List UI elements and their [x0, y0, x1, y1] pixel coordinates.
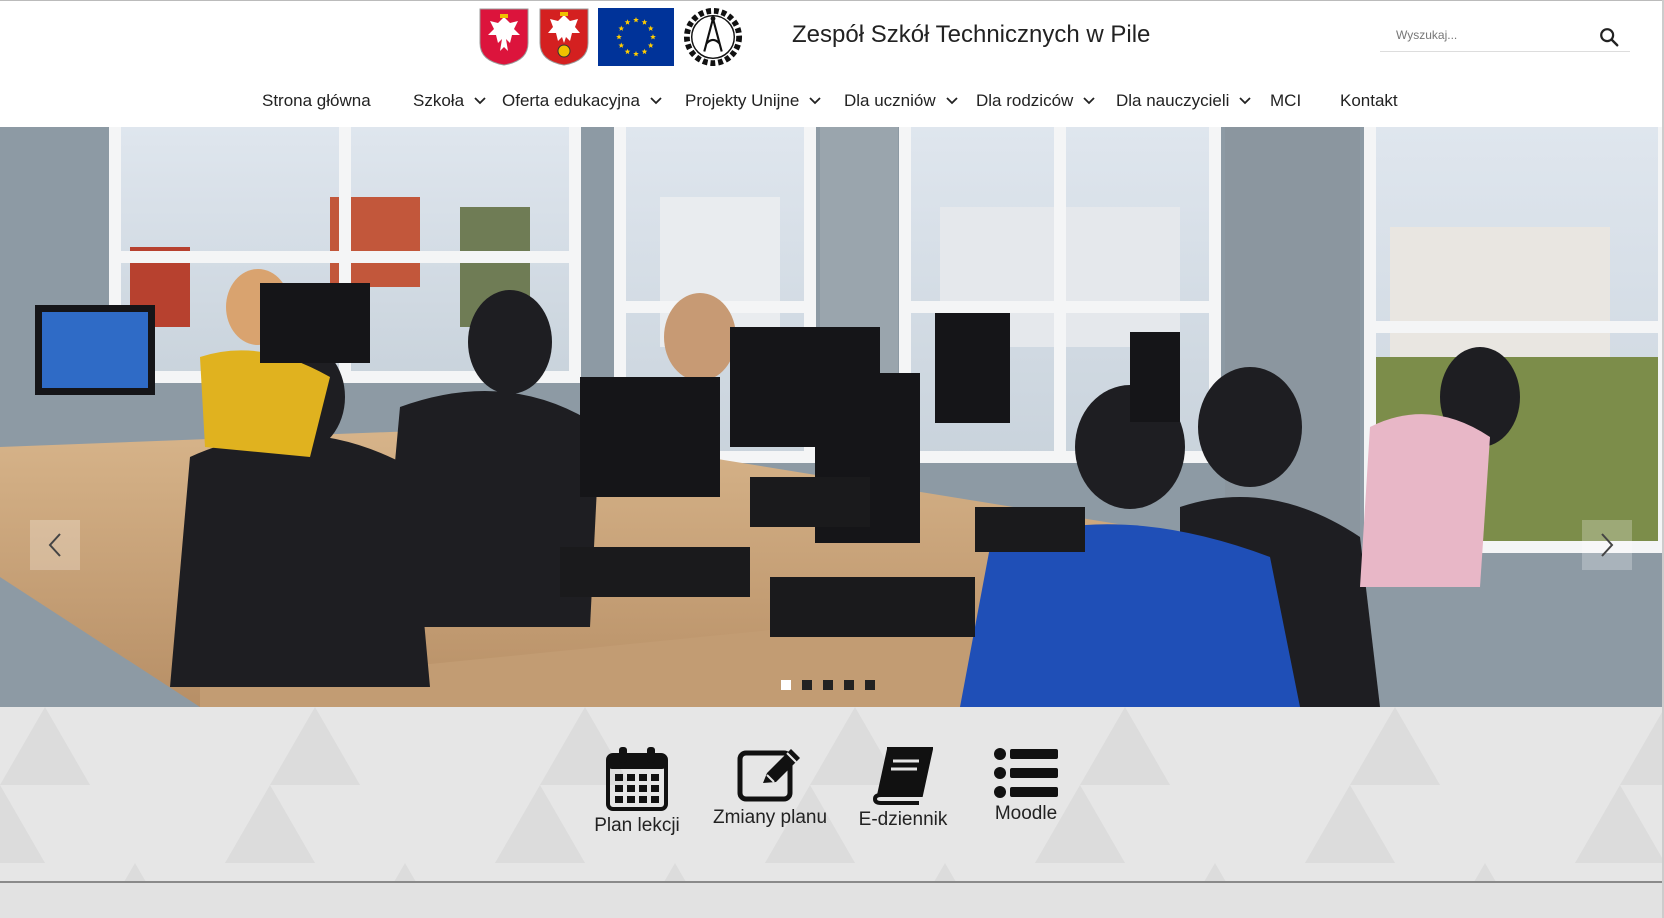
nav-item-label: Dla nauczycieli — [1116, 91, 1230, 110]
background-triangle — [1474, 863, 1496, 882]
search-box — [1380, 23, 1630, 52]
quick-link-label: E-dziennik — [858, 809, 948, 830]
chevron-right-icon — [1601, 533, 1614, 557]
site-title[interactable]: Zespół Szkół Technicznych w Pile — [792, 21, 1150, 49]
nav-item-label: Strona główna — [262, 91, 371, 110]
chevron-left-icon — [48, 533, 61, 557]
main-nav: Strona główna Szkoła Oferta edukacyjna P… — [0, 79, 1664, 123]
search-icon[interactable] — [1598, 26, 1620, 48]
quick-link-label: Plan lekcji — [594, 815, 680, 836]
nav-item-mci[interactable]: MCI — [1270, 79, 1301, 123]
background-triangle — [124, 863, 146, 882]
chevron-down-icon — [809, 97, 821, 105]
nav-item-for-teachers[interactable]: Dla nauczycieli — [1116, 79, 1252, 123]
background-triangle — [225, 785, 315, 863]
slider-prev-button[interactable] — [30, 520, 80, 570]
nav-item-label: Dla uczniów — [844, 91, 936, 110]
background-triangle — [1575, 785, 1664, 863]
nav-item-school[interactable]: Szkoła — [413, 79, 486, 123]
nav-item-label: Dla rodziców — [976, 91, 1074, 110]
background-triangle — [394, 863, 416, 882]
list-icon — [994, 748, 1058, 798]
next-section — [0, 883, 1664, 918]
chevron-down-icon — [946, 97, 958, 105]
book-icon — [873, 747, 933, 805]
slider-dot[interactable] — [865, 680, 875, 690]
background-triangle — [1080, 707, 1170, 785]
quick-links-section: Plan lekcji Zmiany planu E-dziennik Mood — [0, 707, 1664, 882]
chevron-down-icon — [1239, 97, 1252, 105]
nav-item-label: MCI — [1270, 91, 1302, 110]
nav-item-contact[interactable]: Kontakt — [1340, 79, 1398, 123]
slider-pagination — [781, 680, 875, 690]
background-triangle — [1305, 785, 1395, 863]
edit-icon — [737, 749, 800, 802]
chevron-down-icon — [650, 97, 662, 105]
county-coat-of-arms-logo[interactable] — [538, 7, 590, 67]
chevron-down-icon — [474, 97, 486, 105]
background-triangle — [0, 707, 90, 785]
slide-photo-computer-lab — [0, 127, 1664, 707]
background-triangle — [664, 863, 686, 882]
slider-next-button[interactable] — [1582, 520, 1632, 570]
slider-dot[interactable] — [823, 680, 833, 690]
nav-item-educational-offer[interactable]: Oferta edukacyjna — [502, 79, 662, 123]
quick-link-moodle[interactable]: Moodle — [961, 747, 1091, 825]
nav-item-for-parents[interactable]: Dla rodziców — [976, 79, 1095, 123]
slider-dot[interactable] — [802, 680, 812, 690]
nav-item-label: Projekty Unijne — [685, 91, 800, 110]
logo-strip — [478, 6, 744, 68]
background-triangle — [0, 785, 45, 863]
nav-item-label: Kontakt — [1340, 91, 1398, 110]
calendar-icon — [606, 747, 668, 811]
background-triangle — [934, 863, 956, 882]
background-triangle — [1350, 707, 1440, 785]
nav-item-eu-projects[interactable]: Projekty Unijne — [685, 79, 821, 123]
hero-slider — [0, 127, 1664, 707]
eu-flag-logo[interactable] — [598, 7, 674, 67]
nav-item-home[interactable]: Strona główna — [262, 79, 371, 123]
slider-dot[interactable] — [844, 680, 854, 690]
search-input[interactable] — [1394, 27, 1598, 43]
site-header: Zespół Szkół Technicznych w Pile Strona … — [0, 0, 1664, 127]
quick-link-schedule-changes[interactable]: Zmiany planu — [705, 747, 835, 829]
chevron-down-icon — [1083, 97, 1095, 105]
slider-dot[interactable] — [781, 680, 791, 690]
quick-link-label: Moodle — [994, 803, 1058, 824]
background-triangle — [270, 707, 360, 785]
quick-link-label: Zmiany planu — [712, 807, 828, 828]
background-triangle — [1620, 708, 1664, 785]
quick-link-e-register[interactable]: E-dziennik — [838, 747, 968, 831]
background-triangle — [1204, 863, 1226, 882]
poland-coat-of-arms-logo[interactable] — [478, 7, 530, 67]
quick-link-timetable[interactable]: Plan lekcji — [572, 747, 702, 837]
nav-item-label: Oferta edukacyjna — [502, 91, 640, 110]
school-emblem-logo[interactable] — [682, 7, 744, 67]
nav-item-for-students[interactable]: Dla uczniów — [844, 79, 958, 123]
nav-item-label: Szkoła — [413, 91, 465, 110]
